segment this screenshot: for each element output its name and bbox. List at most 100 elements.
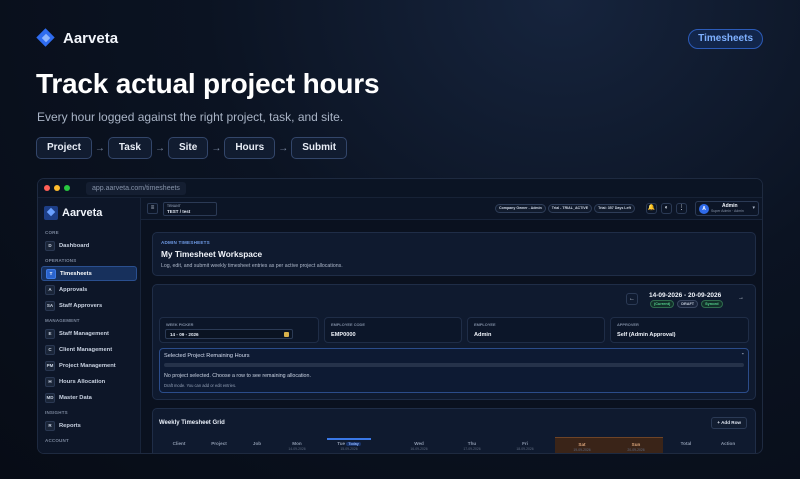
sidebar-item-staff-management[interactable]: E Staff Management [41,326,137,341]
approver-field: APPROVER Self (Admin Approval) [610,317,749,343]
current-week-badge: (Current) [650,300,675,308]
flow-step-hours: Hours [224,137,276,159]
sidebar-item-dashboard[interactable]: D Dashboard [41,238,137,253]
close-window-dot[interactable] [44,185,50,191]
column-header-total: Total [680,441,692,446]
flow-step-task: Task [107,137,152,159]
approvals-icon: A [45,284,55,295]
chevron-down-icon: ▾ [752,205,755,211]
sidebar-section-core: CORE [45,230,59,235]
brand-name: Aarveta [63,29,119,47]
user-menu[interactable]: A Admin Super Admin · Admin ▾ [695,201,759,216]
page-description: Log, edit, and submit weekly timesheet e… [161,263,343,269]
sync-badge: Synced [701,300,723,308]
sidebar-item-label: Dashboard [59,242,90,249]
column-header-client: Client [172,441,186,446]
column-header-thu: Thu 17-09-2026 [463,441,481,451]
sidebar-item-client-management[interactable]: C Client Management [41,342,137,357]
timesheets-badge[interactable]: Timesheets [688,29,763,49]
aarveta-logo-icon [44,206,58,220]
address-bar[interactable]: app.aarveta.com/timesheets [86,181,186,195]
sidebar-item-approvals[interactable]: A Approvals [41,282,137,297]
week-picker-input[interactable]: 14 - 09 - 2026 [165,329,293,339]
workflow-steps: Project → Task → Site → Hours → Submit [36,137,348,159]
master-data-icon: MD [45,392,55,403]
sidebar-item-master-data[interactable]: MD Master Data [41,390,137,405]
hero-title: Track actual project hours [36,68,380,99]
status-chips: Company Owner - Admin Trial - TRIAL_ACTI… [495,204,635,213]
theme-toggle-icon[interactable]: ◐ [661,203,672,214]
workspace-header-card: ADMIN TIMESHEETS My Timesheet Workspace … [152,232,756,276]
sidebar-item-hours-allocation[interactable]: H Hours Allocation [41,374,137,389]
column-header-sun: Sun 20-09-2026 [609,437,663,453]
week-picker-field: WEEK PICKER 14 - 09 - 2026 [159,317,319,343]
column-header-job: Job [252,441,262,446]
sidebar-item-label: Staff Management [59,330,109,337]
sidebar-item-staff-approvers[interactable]: SA Staff Approvers [41,298,137,313]
column-header-mon: Mon 14-09-2026 [288,441,306,451]
minimize-window-dot[interactable] [54,185,60,191]
collapse-button[interactable]: - [742,351,744,358]
sidebar-section-account: ACCOUNT [45,438,69,443]
employee-field: EMPLOYEE Admin [467,317,605,343]
add-row-button[interactable]: + Add Row [711,417,747,429]
draft-mode-note: Draft mode. You can add or edit entries. [164,383,237,388]
staff-management-icon: E [45,328,55,339]
sidebar-item-label: Staff Approvers [59,302,103,309]
arrow-right-icon: → [154,142,165,154]
flow-step-project: Project [36,137,92,159]
week-range: 14-09-2026 - 20-09-2026 [649,292,722,299]
staff-approvers-icon: SA [45,300,55,311]
next-week-button[interactable]: → [735,293,747,305]
app-topbar: ≡ TENANT TEST / test Company Owner - Adm… [141,198,762,220]
employee-value: Admin [474,332,492,338]
column-header-action: Action [720,441,736,446]
sidebar-item-label: Timesheets [60,270,92,277]
sidebar-item-timesheets[interactable]: T Timesheets [41,266,137,281]
grid-title: Weekly Timesheet Grid [159,420,225,426]
arrow-right-icon: → [94,142,105,154]
sidebar-item-label: Approvals [59,286,88,293]
remaining-hours-message: No project selected. Choose a row to see… [164,373,311,379]
previous-week-button[interactable]: ← [626,293,638,305]
column-header-wed: Wed 16-09-2026 [410,441,428,451]
arrow-right-icon: → [211,142,222,154]
column-header-tue: Tue Today 15-09-2026 [327,438,371,451]
page-title: My Timesheet Workspace [161,249,263,259]
project-management-icon: PM [45,360,55,371]
aarveta-logo-icon [36,28,55,47]
hours-allocation-icon: H [45,376,55,387]
maximize-window-dot[interactable] [64,185,70,191]
more-options-icon[interactable]: ⋮ [676,203,687,214]
column-header-project: Project [211,441,227,446]
employee-code-field: EMPLOYEE CODE EMP0000 [324,317,462,343]
window-titlebar: app.aarveta.com/timesheets [38,179,762,198]
week-picker-value: 14 - 09 - 2026 [170,332,199,337]
remaining-hours-panel: Selected Project Remaining Hours - No pr… [159,348,749,393]
user-role: Super Admin · Admin [711,209,744,213]
remaining-hours-progress [164,363,744,367]
sidebar-section-insights: INSIGHTS [45,410,68,415]
timesheets-icon: T [46,268,56,279]
tenant-value: TEST / test [167,209,191,214]
sidebar-section-management: MANAGEMENT [45,318,80,323]
sidebar-item-reports[interactable]: R Reports [41,418,137,433]
calendar-icon[interactable] [284,332,289,337]
remaining-hours-title: Selected Project Remaining Hours [164,353,250,359]
sidebar-item-label: Reports [59,422,81,429]
sidebar-item-project-management[interactable]: PM Project Management [41,358,137,373]
sidebar-brand[interactable]: Aarveta [38,198,140,226]
approver-value: Self (Admin Approval) [617,332,676,338]
employee-label: EMPLOYEE [474,322,496,327]
menu-icon[interactable]: ≡ [147,203,158,214]
week-tags: (Current) DRAFT Synced [650,300,723,308]
sidebar-brand-name: Aarveta [62,207,103,219]
tenant-selector[interactable]: TENANT TEST / test [163,202,217,216]
hero-subtitle: Every hour logged against the right proj… [37,110,344,124]
status-badge: DRAFT [677,300,699,308]
bell-icon[interactable]: 🔔 [646,203,657,214]
app-window: app.aarveta.com/timesheets Aarveta CORE … [37,178,763,454]
employee-code-value: EMP0000 [331,332,356,338]
workspace-kicker: ADMIN TIMESHEETS [161,240,210,245]
today-badge: Today [346,442,361,446]
